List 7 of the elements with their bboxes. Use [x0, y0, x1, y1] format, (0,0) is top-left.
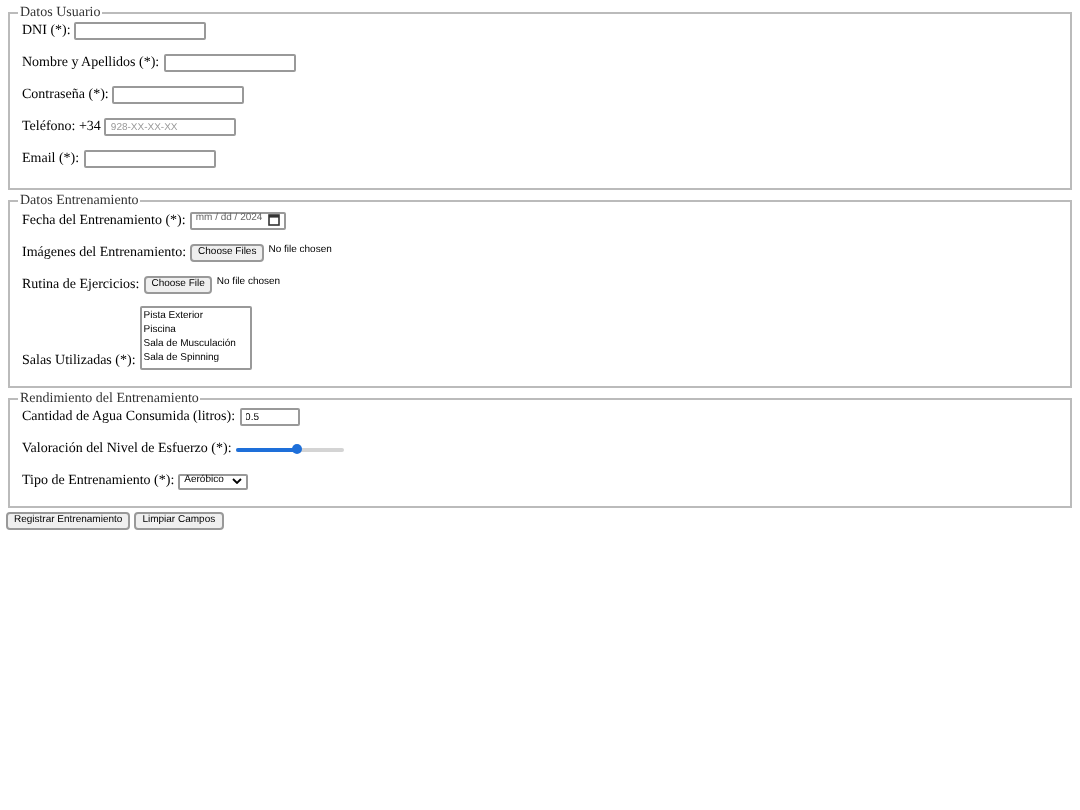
text-field[interactable]: [74, 22, 207, 40]
text-field[interactable]: [112, 86, 245, 104]
chevron-icon: [232, 478, 243, 484]
calendar-icon: [268, 214, 281, 226]
slider-thumb[interactable]: [292, 444, 303, 454]
text-field[interactable]: [163, 54, 296, 72]
text-field[interactable]: [83, 150, 216, 168]
